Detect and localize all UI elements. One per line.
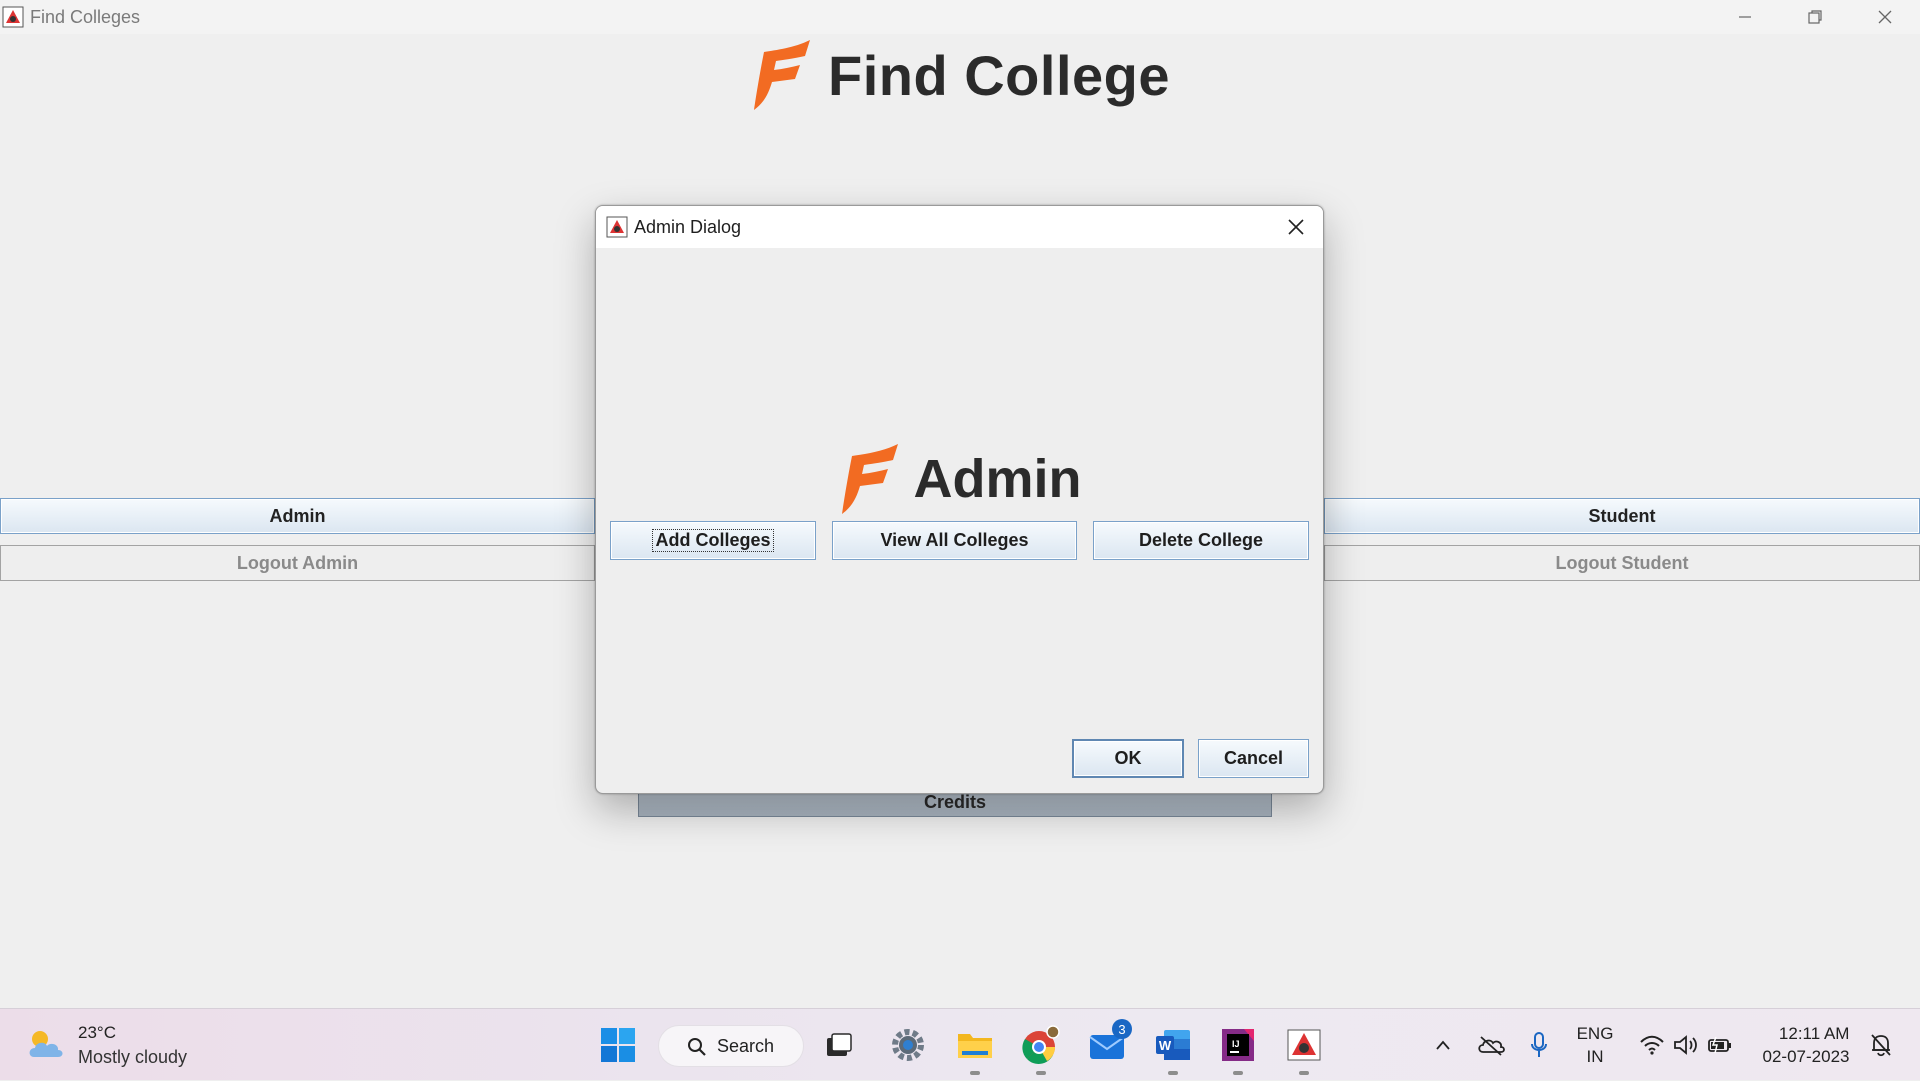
show-hidden-icons-button[interactable] [1428,1009,1458,1081]
app-heading: Find College [828,43,1170,107]
microphone-icon [1531,1032,1547,1057]
logout-admin-button[interactable]: Logout Admin [0,545,595,581]
admin-button[interactable]: Admin [0,498,595,534]
intellij-icon: IJ [1222,1029,1254,1061]
restore-button[interactable] [1780,0,1850,34]
file-explorer-button[interactable] [951,1021,999,1075]
restore-icon [1808,10,1822,24]
dialog-title: Admin Dialog [634,216,742,237]
search-label: Search [717,1035,775,1056]
dialog-close-button[interactable] [1275,206,1317,248]
window-titlebar: Find Colleges [0,0,1920,34]
volume-icon [1674,1035,1697,1055]
app-brand: Find College [0,40,1920,110]
java-app-taskbar-button[interactable] [1280,1021,1328,1075]
view-all-colleges-button[interactable]: View All Colleges [832,521,1077,560]
java-app-icon [1287,1029,1321,1061]
search-icon [688,1038,706,1056]
cloud-offline-icon [1478,1036,1505,1056]
ok-button[interactable]: OK [1072,739,1184,778]
word-icon: W [1156,1030,1190,1060]
quick-settings-button[interactable] [1636,1009,1736,1081]
language-secondary: IN [1586,1047,1604,1066]
intellij-button[interactable]: IJ [1214,1021,1262,1075]
find-college-logo-icon [754,40,810,110]
clock-date: 02-07-2023 [1762,1047,1850,1066]
close-window-button[interactable] [1850,0,1920,34]
folder-icon [958,1034,992,1058]
mail-button[interactable]: 3 [1084,1019,1132,1069]
start-button[interactable] [594,1021,642,1069]
dialog-titlebar: Admin Dialog [596,206,1323,248]
find-college-logo-icon [841,444,898,514]
weather-widget[interactable]: 23°C Mostly cloudy [26,1021,187,1069]
cancel-button[interactable]: Cancel [1198,739,1309,778]
student-button[interactable]: Student [1324,498,1920,534]
onedrive-button[interactable] [1474,1009,1508,1081]
language-primary: ENG [1576,1024,1614,1043]
weather-temp: 23°C [78,1023,116,1042]
clock-time: 12:11 AM [1778,1024,1850,1043]
taskbar-search[interactable]: Search [658,1025,804,1067]
running-indicator [1233,1071,1243,1075]
dialog-heading: Admin [913,449,1082,509]
taskbar: 23°C Mostly cloudy Search 3 W IJ ENG IN … [0,1008,1920,1080]
java-app-icon [606,216,628,238]
settings-taskbar-button[interactable] [884,1021,932,1069]
mail-badge: 3 [1112,1019,1132,1039]
word-button[interactable]: W [1149,1021,1197,1075]
minimize-icon [1739,16,1751,18]
add-colleges-label: Add Colleges [652,529,774,552]
battery-icon [1708,1036,1731,1054]
window-title: Find Colleges [30,6,141,27]
svg-text:W: W [1159,1038,1172,1053]
logout-student-button[interactable]: Logout Student [1324,545,1920,581]
running-indicator [1168,1071,1178,1075]
java-app-icon [2,6,24,28]
svg-text:IJ: IJ [1232,1039,1240,1049]
notification-bell-icon [1871,1034,1891,1057]
close-icon [1288,219,1304,235]
add-colleges-button[interactable]: Add Colleges [610,521,816,560]
running-indicator [1036,1071,1046,1075]
chevron-up-icon [1436,1040,1450,1050]
notifications-button[interactable] [1866,1009,1896,1081]
chrome-button[interactable] [1017,1021,1065,1075]
language-indicator[interactable]: ENG IN [1570,1009,1620,1081]
gear-icon [892,1029,924,1061]
running-indicator [1299,1071,1309,1075]
dialog-brand: Admin [596,444,1323,514]
chrome-icon [1022,1025,1060,1064]
minimize-button[interactable] [1710,0,1780,34]
task-view-button[interactable] [815,1021,863,1069]
admin-dialog: Admin Dialog Admin Add Colleges View All… [595,205,1324,794]
clock-button[interactable]: 12:11 AM 02-07-2023 [1752,1009,1860,1081]
windows-start-icon [601,1028,635,1062]
weather-cloudy-icon [29,1031,63,1057]
microphone-button[interactable] [1522,1009,1556,1081]
close-icon [1878,10,1892,24]
wifi-icon [1640,1035,1664,1055]
weather-condition: Mostly cloudy [78,1047,188,1067]
task-view-icon [827,1033,852,1056]
delete-college-button[interactable]: Delete College [1093,521,1309,560]
running-indicator [970,1071,980,1075]
